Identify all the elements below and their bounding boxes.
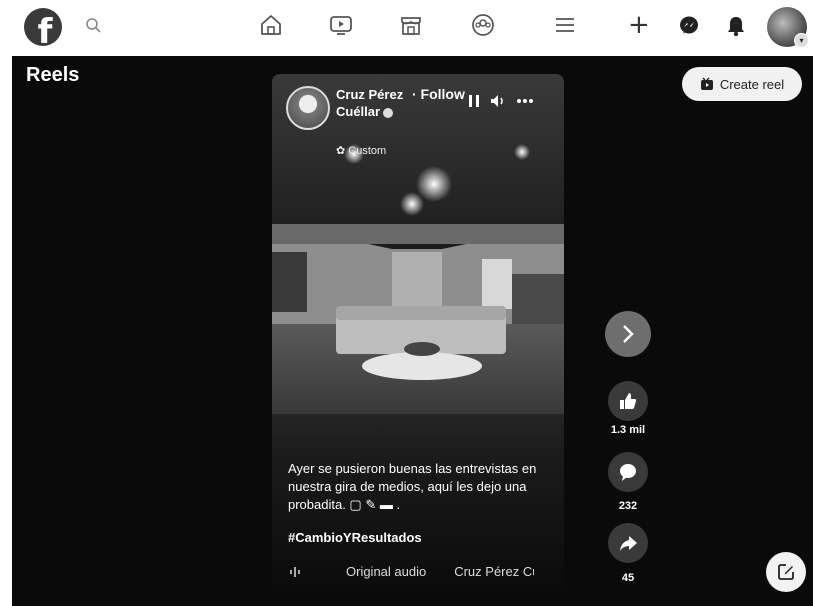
reel-video[interactable]: Cruz Pérez Cuéllar ✿ Custom · Follow Aye… <box>272 74 564 590</box>
reel-author-name[interactable]: Cruz Pérez Cuéllar <box>336 86 406 120</box>
reel-hashtag[interactable]: #CambioYResultados <box>288 530 422 545</box>
more-options-icon[interactable] <box>516 98 534 104</box>
audio-wave-icon <box>290 566 300 577</box>
top-navigation-bar: f + ▾ <box>0 0 813 56</box>
groups-icon[interactable] <box>470 12 496 38</box>
create-reel-label: Create reel <box>719 76 785 92</box>
share-icon <box>620 536 637 551</box>
privacy-label: ✿ Custom <box>336 145 387 157</box>
video-icon[interactable] <box>328 12 354 38</box>
reel-caption: Ayer se pusieron buenas las entrevistas … <box>288 461 537 512</box>
verified-badge-icon <box>383 107 394 118</box>
home-icon[interactable] <box>258 12 284 38</box>
facebook-logo[interactable]: f <box>24 8 62 46</box>
share-button[interactable] <box>608 523 648 563</box>
like-count: 1.3 mil <box>610 424 646 436</box>
thumbs-up-icon <box>620 393 636 409</box>
comment-icon <box>620 464 636 481</box>
reel-author-avatar[interactable] <box>286 86 330 130</box>
new-message-button[interactable] <box>766 552 806 592</box>
video-controls <box>468 94 534 108</box>
volume-icon[interactable] <box>490 94 506 108</box>
search-icon[interactable] <box>84 16 104 36</box>
messenger-icon[interactable] <box>676 13 702 39</box>
plus-icon[interactable]: + <box>628 12 650 38</box>
audio-label: Original audio <box>346 564 427 579</box>
like-button[interactable] <box>608 381 648 421</box>
follow-button[interactable]: · Follow <box>412 86 465 102</box>
comment-button[interactable] <box>608 452 648 492</box>
chevron-right-icon <box>623 325 634 343</box>
menu-icon[interactable] <box>552 12 578 38</box>
reel-icon <box>700 77 713 90</box>
pause-icon[interactable] <box>468 94 480 108</box>
marketplace-icon[interactable] <box>398 12 424 38</box>
reel-audio-row[interactable]: Original audio Cruz Pérez Cuéllar <box>288 564 558 579</box>
create-reel-button[interactable]: Create reel <box>682 67 802 101</box>
comment-count: 232 <box>618 500 638 512</box>
chevron-down-icon[interactable]: ▾ <box>794 33 809 48</box>
next-reel-button[interactable] <box>605 311 651 357</box>
notifications-icon[interactable] <box>723 13 749 39</box>
reels-viewer: Reels Create reel Cruz Pérez Cuéllar ✿ C… <box>12 56 813 606</box>
audio-author: Cruz Pérez Cuéllar <box>454 564 534 579</box>
compose-icon <box>778 564 794 580</box>
share-count: 45 <box>621 572 635 584</box>
page-title: Reels <box>26 64 80 86</box>
